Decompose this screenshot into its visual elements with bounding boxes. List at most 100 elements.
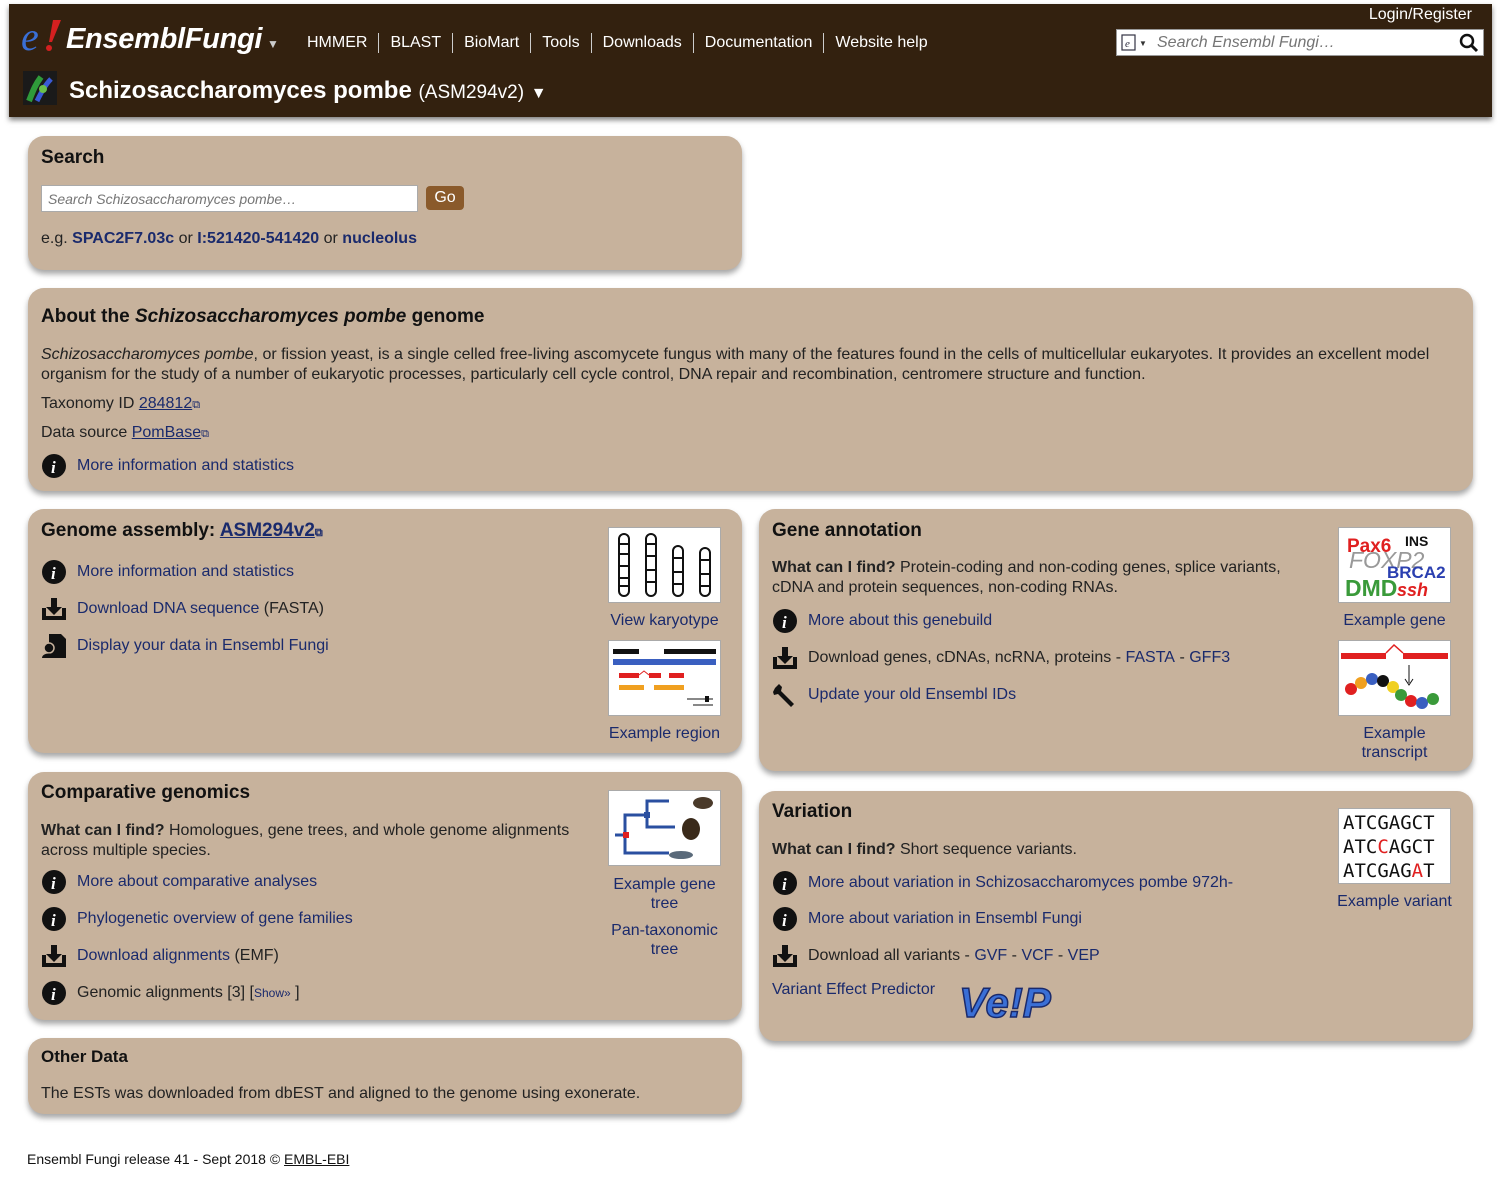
example-gene-thumbnail[interactable]: Pax6 INS FOXP2 BRCA2 DMD ssh [1338, 527, 1451, 603]
top-nav: HMMER BLAST BioMart Tools Downloads Docu… [296, 33, 939, 53]
sequence-line-3: ATCGAGAT [1343, 860, 1435, 882]
vep-full-link[interactable]: Variant Effect Predictor [772, 980, 935, 1000]
download-dna-format: (FASTA) [263, 600, 324, 617]
about-panel: About the Schizosaccharomyces pombe geno… [28, 288, 1473, 491]
nav-hmmer[interactable]: HMMER [296, 33, 380, 53]
download-icon [773, 647, 797, 669]
or-label: or [178, 230, 193, 247]
footer-text: Ensembl Fungi release 41 - Sept 2018 © [27, 1151, 281, 1167]
search-icon[interactable] [1459, 33, 1479, 53]
gvf-link[interactable]: GVF [974, 947, 1007, 965]
variant-sequence-image: ATCGAGCT ATCCAGCT ATCGAGAT [1343, 812, 1435, 882]
taxonomy-id-link[interactable]: 284812 [139, 395, 192, 412]
download-alignments-link[interactable]: Download alignments [77, 947, 230, 965]
search-panel: Search Go e.g. SPAC2F7.03c or I:521420-5… [28, 136, 742, 270]
svg-text:i: i [782, 613, 787, 632]
nav-blast[interactable]: BLAST [379, 33, 454, 53]
comparative-more-link[interactable]: More about comparative analyses [77, 873, 317, 891]
data-source-row: Data source PomBase⧉ [41, 423, 209, 444]
example-gene-link[interactable]: SPAC2F7.03c [72, 230, 174, 247]
site-name[interactable]: EnsemblFungi [66, 23, 262, 56]
variation-download-label: Download all variants - [808, 947, 970, 964]
nav-tools[interactable]: Tools [531, 33, 592, 53]
region-thumbnail[interactable] [608, 640, 721, 716]
example-variant-thumbnail[interactable]: ATCGAGCT ATCCAGCT ATCGAGAT [1338, 808, 1451, 884]
assembly-name-link[interactable]: ASM294v2 [220, 520, 315, 541]
species-menu-caret-icon[interactable]: ▼ [531, 85, 547, 102]
assembly-label: (ASM294v2) [418, 82, 525, 103]
example-gene-link[interactable]: Example gene [1334, 611, 1455, 630]
masthead: e EnsemblFungi ▼ HMMER BLAST BioMart Too… [9, 4, 1492, 117]
site-menu-caret-icon[interactable]: ▼ [267, 37, 279, 51]
search-panel-title: Search [41, 147, 105, 168]
species-title[interactable]: Schizosaccharomyces pombe (ASM294v2) ▼ [69, 77, 547, 105]
nav-downloads[interactable]: Downloads [592, 33, 694, 53]
species-name: Schizosaccharomyces pombe [69, 77, 412, 104]
or-label: or [323, 230, 338, 247]
assembly-more-info-row: i More information and statistics [41, 559, 294, 585]
sequence-line-2: ATCCAGCT [1343, 836, 1435, 858]
gene-gff3-link[interactable]: GFF3 [1189, 649, 1230, 667]
pan-taxonomic-tree-link[interactable]: Pan-taxonomic tree [604, 921, 725, 959]
embl-ebi-link[interactable]: EMBL-EBI [284, 1151, 349, 1167]
download-alignments-row: Download alignments (EMF) [41, 943, 279, 969]
gene-annotation-panel: Gene annotation What can I find? Protein… [759, 509, 1473, 771]
display-data-row: Display your data in Ensembl Fungi [41, 633, 329, 659]
nav-documentation[interactable]: Documentation [694, 33, 825, 53]
about-more-info-row: i More information and statistics [41, 453, 294, 479]
download-icon [42, 598, 66, 620]
other-data-text: The ESTs was downloaded from dbEST and a… [41, 1085, 641, 1102]
variation-more-species-link[interactable]: More about variation in Schizosaccharomy… [808, 874, 1233, 892]
example-transcript-thumbnail[interactable] [1338, 640, 1451, 716]
phylo-overview-link[interactable]: Phylogenetic overview of gene families [77, 910, 353, 928]
update-ids-link[interactable]: Update your old Ensembl IDs [808, 686, 1016, 704]
download-icon [42, 945, 66, 967]
gene-tree-thumbnail[interactable] [608, 790, 721, 866]
example-region-link[interactable]: Example region [604, 724, 725, 743]
svg-text:▼: ▼ [1139, 39, 1147, 48]
download-dna-link[interactable]: Download DNA sequence [77, 600, 259, 618]
gene-tree-image [615, 797, 713, 859]
nav-website-help[interactable]: Website help [824, 33, 938, 53]
show-genomic-alignments-link[interactable]: Show» [254, 986, 291, 1000]
about-more-info-link[interactable]: More information and statistics [77, 457, 294, 475]
genebuild-more-link[interactable]: More about this genebuild [808, 612, 992, 630]
display-data-link[interactable]: Display your data in Ensembl Fungi [77, 637, 329, 655]
comparative-title: Comparative genomics [41, 782, 251, 803]
svg-text:i: i [51, 911, 56, 930]
upload-data-icon [42, 634, 66, 658]
svg-text:i: i [51, 985, 56, 1004]
vep-logo[interactable]: Ve!P [955, 977, 1067, 1029]
assembly-more-info-link[interactable]: More information and statistics [77, 563, 294, 581]
view-karyotype-link[interactable]: View karyotype [604, 611, 725, 630]
vcf-link[interactable]: VCF [1021, 947, 1053, 965]
variation-what-text: What can I find? Short sequence variants… [772, 840, 1077, 860]
example-term-link[interactable]: nucleolus [342, 230, 417, 247]
search-scope-select[interactable]: e ▼ [1121, 34, 1151, 52]
vep-link[interactable]: VEP [1068, 947, 1100, 965]
karyotype-thumbnail[interactable] [608, 527, 721, 603]
variation-what-desc: Short sequence variants. [900, 841, 1077, 858]
go-button[interactable]: Go [426, 186, 464, 210]
gene-fasta-link[interactable]: FASTA [1125, 649, 1175, 667]
svg-text:i: i [51, 458, 56, 477]
example-gene-tree-link[interactable]: Example gene tree [604, 875, 725, 913]
ensembl-logo-icon[interactable]: e [19, 16, 65, 56]
example-location-link[interactable]: I:521420-541420 [197, 230, 319, 247]
variation-download-row: Download all variants - GVF - VCF - VEP [772, 943, 1100, 969]
example-variant-link[interactable]: Example variant [1328, 892, 1461, 911]
fungi-search-scope-icon: e ▼ [1121, 34, 1147, 51]
vep-logo-text: Ve!P [959, 979, 1052, 1026]
login-register-link[interactable]: Login/Register [1369, 6, 1472, 24]
nav-biomart[interactable]: BioMart [453, 33, 532, 53]
svg-text:i: i [782, 911, 787, 930]
variation-more-fungi-link[interactable]: More about variation in Ensembl Fungi [808, 910, 1082, 928]
variation-more-species-row: i More about variation in Schizosaccharo… [772, 870, 1233, 896]
site-search-input[interactable] [1157, 33, 1457, 53]
pombase-link[interactable]: PomBase [132, 424, 201, 441]
species-search-input[interactable] [41, 185, 418, 212]
variation-more-fungi-row: i More about variation in Ensembl Fungi [772, 906, 1082, 932]
search-examples: e.g. SPAC2F7.03c or I:521420-541420 or n… [41, 229, 417, 249]
svg-text:e: e [1125, 38, 1130, 50]
example-transcript-link[interactable]: Example transcript [1334, 724, 1455, 762]
